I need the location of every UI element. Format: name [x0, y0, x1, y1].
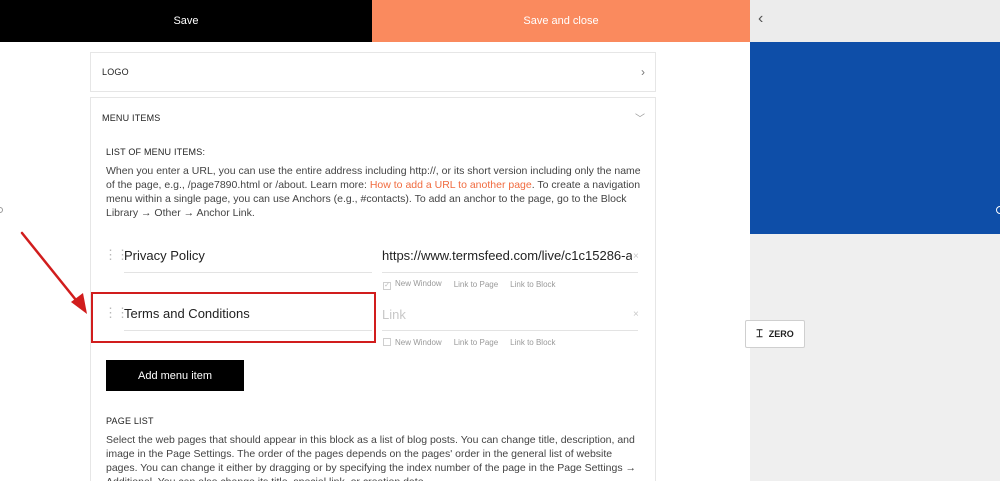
- add-menu-item-button[interactable]: Add menu item: [106, 360, 244, 391]
- logo-panel-title: LOGO: [102, 67, 129, 77]
- link-underline: [382, 330, 638, 331]
- chevron-left-icon[interactable]: ‹: [758, 10, 763, 28]
- menu-item-name-input[interactable]: Privacy Policy: [124, 248, 205, 263]
- menu-item-options: New Window Link to Page Link to Block: [383, 338, 556, 347]
- zero-icon: ⌶: [756, 327, 763, 340]
- help-link[interactable]: How to add a URL to another page: [370, 179, 532, 191]
- menu-help-text: When you enter a URL, you can use the en…: [106, 165, 641, 219]
- chevron-down-icon[interactable]: ﹀: [635, 110, 645, 125]
- new-window-option[interactable]: New Window: [383, 338, 442, 347]
- menu-item-underline: [124, 272, 372, 273]
- preview-block-blue: [750, 42, 1000, 234]
- zero-label: ZERO: [768, 329, 794, 339]
- checkbox-icon[interactable]: ✓: [383, 282, 391, 290]
- zero-block-button[interactable]: ⌶ ZERO: [745, 320, 805, 348]
- menu-item-options: ✓ New Window Link to Page Link to Block: [383, 279, 556, 290]
- collapse-bar: [750, 0, 1000, 42]
- highlight-box: [91, 292, 376, 343]
- menu-item-link-input[interactable]: Link: [382, 307, 632, 322]
- menu-item-link-input[interactable]: https://www.termsfeed.com/live/c1c15286-…: [382, 248, 632, 263]
- preview-area: [750, 234, 1000, 481]
- checkbox-icon[interactable]: [383, 338, 391, 346]
- save-and-close-button[interactable]: Save and close: [372, 0, 750, 42]
- page-list-text: Select the web pages that should appear …: [106, 434, 637, 481]
- preview-scroll-dot: [996, 206, 1000, 214]
- logo-panel[interactable]: LOGO ›: [90, 52, 656, 92]
- link-to-page-option[interactable]: Link to Page: [454, 338, 498, 347]
- link-to-block-option[interactable]: Link to Block: [510, 280, 555, 289]
- save-button[interactable]: Save: [0, 0, 372, 42]
- link-underline: [382, 272, 638, 273]
- link-to-block-option[interactable]: Link to Block: [510, 338, 555, 347]
- page-list-heading: PAGE LIST: [106, 416, 154, 426]
- chevron-right-icon[interactable]: ›: [641, 65, 645, 79]
- clear-icon[interactable]: ×: [633, 309, 639, 320]
- link-to-page-option[interactable]: Link to Page: [454, 280, 498, 289]
- new-window-option[interactable]: ✓ New Window: [383, 279, 442, 290]
- list-of-menu-items-heading: LIST OF MENU ITEMS:: [106, 147, 206, 157]
- left-edge-handle: [0, 207, 3, 213]
- menu-panel-title[interactable]: MENU ITEMS: [102, 113, 161, 123]
- clear-icon[interactable]: ×: [633, 251, 639, 262]
